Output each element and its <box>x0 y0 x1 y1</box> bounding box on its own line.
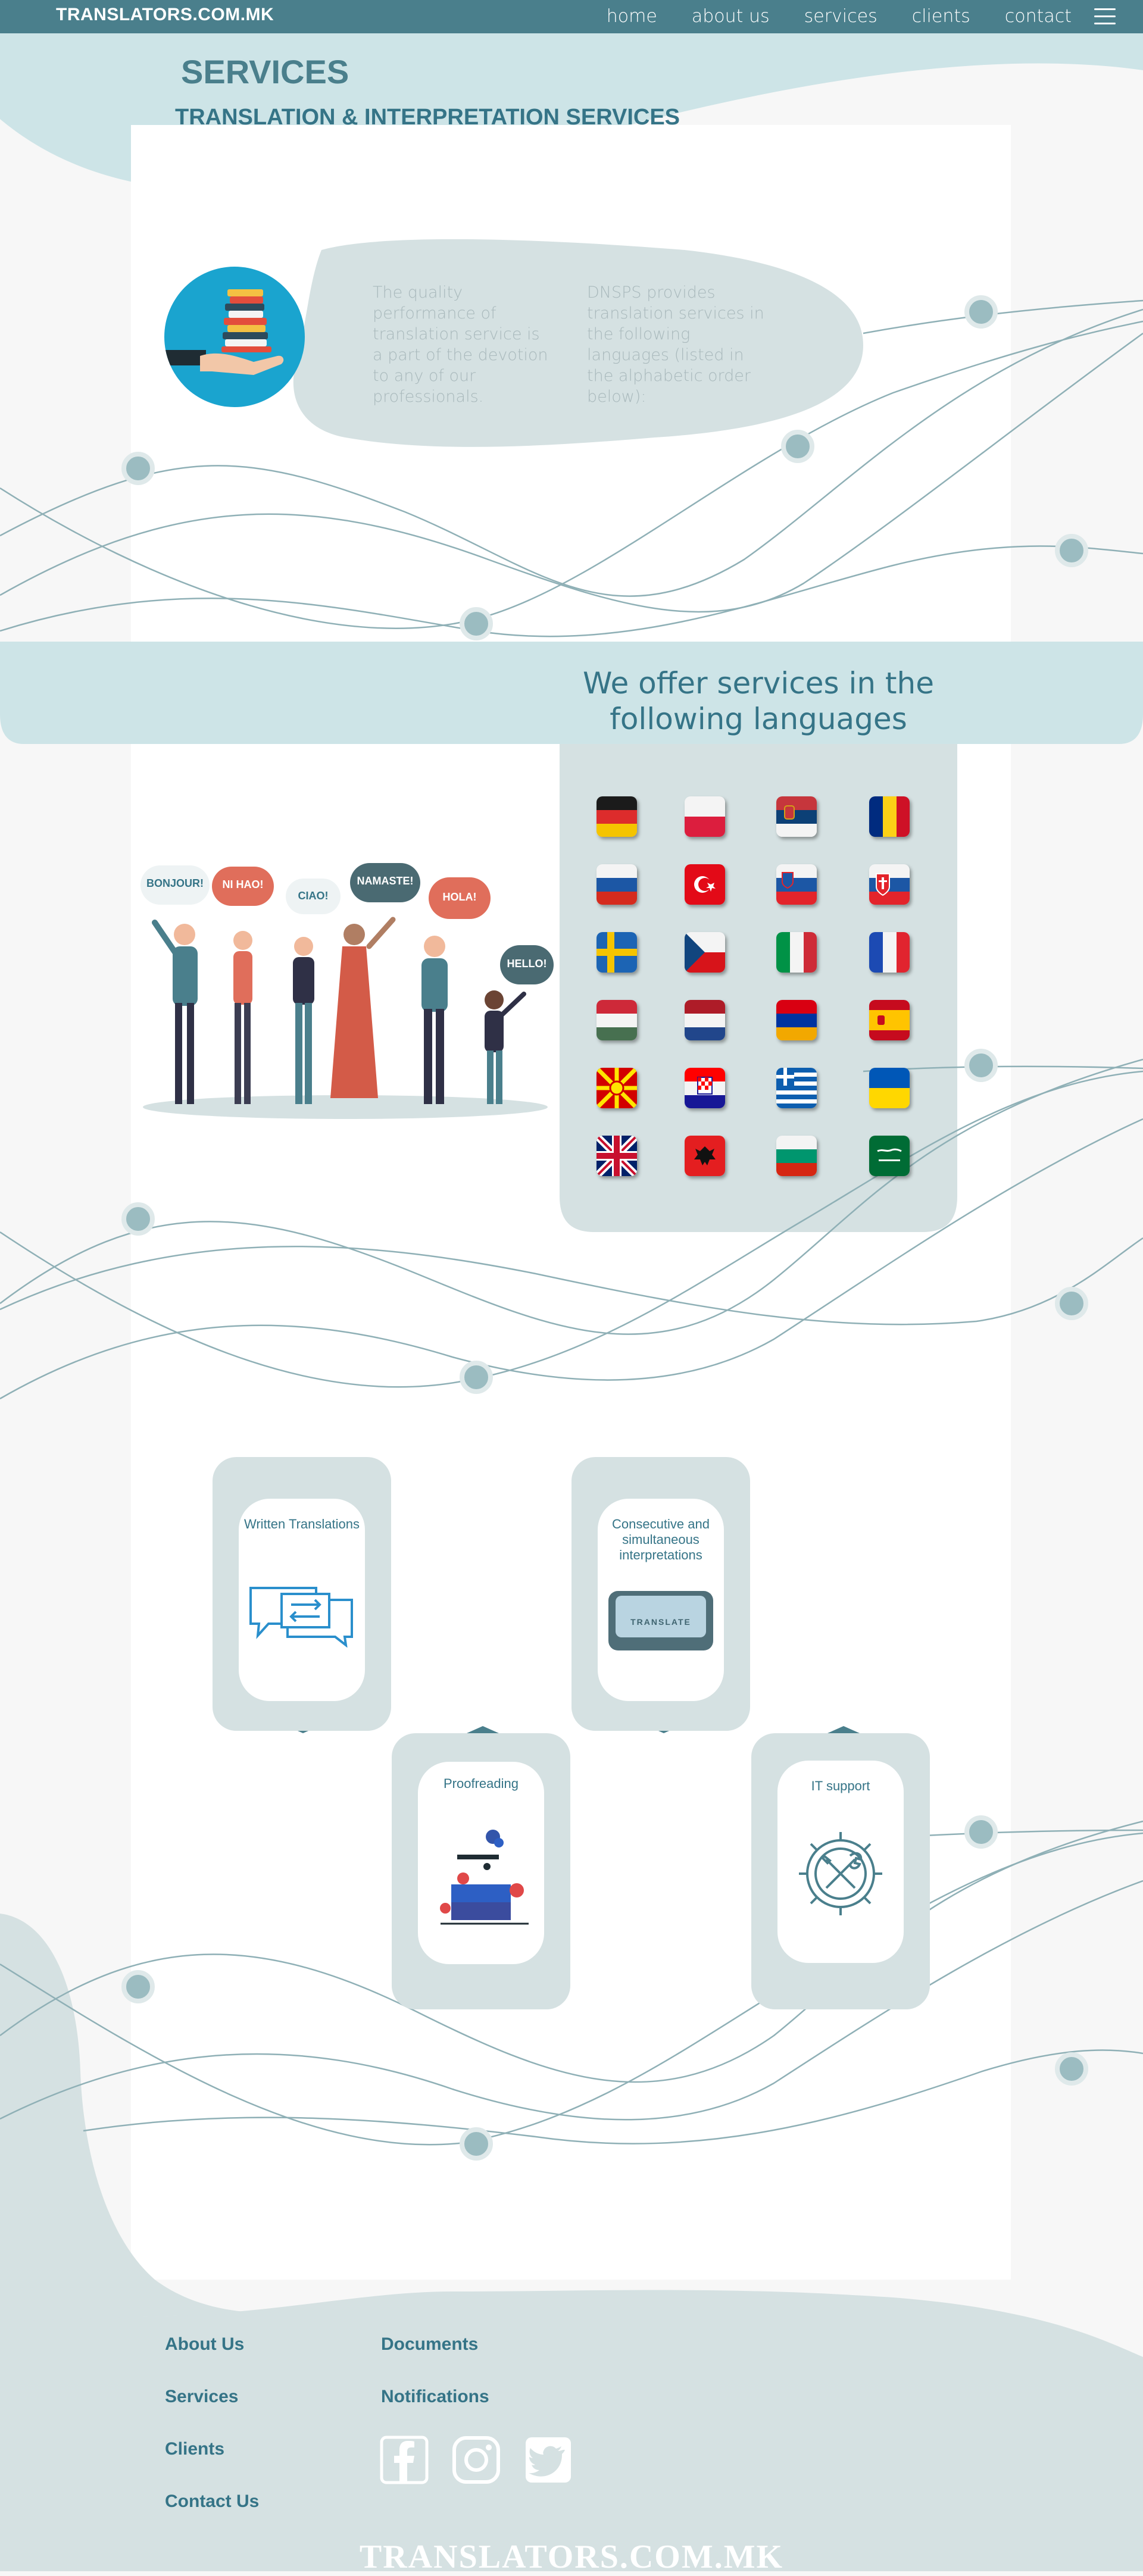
nav-links: home about us services clients contact <box>572 6 1072 27</box>
nav-about-link[interactable]: about us <box>692 6 770 27</box>
service-card-inner: IT support <box>777 1761 904 1963</box>
brand-logo[interactable]: TRANSLATORS.COM.MK <box>56 5 274 25</box>
germany-flag <box>597 796 637 837</box>
footer-documents-link[interactable]: Documents <box>381 2334 478 2355</box>
france-flag <box>869 932 910 973</box>
bulgaria-flag <box>776 1136 817 1176</box>
slovenia-flag <box>776 864 817 905</box>
footer-contact-link[interactable]: Contact Us <box>165 2491 259 2512</box>
page-subtitle: TRANSLATION & INTERPRETATION SERVICES <box>175 105 680 130</box>
sweden-flag <box>597 932 637 973</box>
instagram-icon[interactable] <box>452 2436 501 2484</box>
written-translations-label: Written Translations <box>243 1517 360 1531</box>
bubble-text: HOLA! <box>442 891 477 903</box>
russia-flag <box>597 864 637 905</box>
footer-brand: TRANSLATORS.COM.MK <box>359 2539 784 2575</box>
it-support-label: IT support <box>811 1778 870 1793</box>
slovakia-flag <box>869 864 910 905</box>
top-navbar: TRANSLATORS.COM.MK home about us service… <box>0 0 1143 33</box>
italy-flag <box>776 932 817 973</box>
nav-clients-link[interactable]: clients <box>912 6 970 27</box>
romania-flag <box>869 796 910 837</box>
intro-text-right: DNSPS provides translation services in t… <box>587 283 764 406</box>
greece-flag <box>776 1068 817 1108</box>
turkey-flag <box>685 864 725 905</box>
bubble-text: BONJOUR! <box>146 877 204 889</box>
chat-bubbles-icon <box>249 1587 353 1647</box>
footer-clients-link[interactable]: Clients <box>165 2439 224 2459</box>
nav-services-link[interactable]: services <box>804 6 877 27</box>
saudi-arabia-flag <box>869 1136 910 1176</box>
croatia-flag <box>685 1068 725 1108</box>
nav-contact-link[interactable]: contact <box>1005 6 1072 27</box>
service-card-proofreading[interactable]: Proofreading <box>392 1733 570 2009</box>
page-title: SERVICES <box>181 53 349 90</box>
service-card-written[interactable]: Written Translations <box>213 1457 391 1731</box>
service-card-inner: Consecutive and simultaneous interpretat… <box>598 1499 724 1701</box>
albania-flag <box>685 1136 725 1176</box>
bubble-text: NI HAO! <box>222 879 264 890</box>
service-card-inner: Written Translations <box>239 1499 365 1701</box>
intro-text-left: The quality performance of translation s… <box>373 283 548 406</box>
card-connectors <box>287 1726 860 1733</box>
gear-tools-icon <box>799 1832 882 1915</box>
speech-bubble: NI HAO! <box>212 867 274 906</box>
nav-home-link[interactable]: home <box>607 6 657 27</box>
speech-bubble: HELLO! <box>500 945 554 984</box>
footer-notifications-link[interactable]: Notifications <box>381 2387 489 2407</box>
speech-bubble: CIAO! <box>286 879 341 914</box>
service-card-inner: Proofreading <box>418 1762 544 1964</box>
speech-bubble: BONJOUR! <box>140 865 210 905</box>
speech-bubble: NAMASTE! <box>350 863 420 902</box>
proofreading-people-icon <box>440 1830 529 1925</box>
hungary-flag <box>597 1000 637 1040</box>
proofreading-label: Proofreading <box>444 1776 519 1791</box>
translate-key-text: TRANSLATE <box>630 1617 691 1627</box>
speech-bubble: HOLA! <box>429 877 491 919</box>
serbia-flag <box>776 796 817 837</box>
facebook-icon[interactable] <box>380 2436 429 2484</box>
footer-services-link[interactable]: Services <box>165 2387 238 2407</box>
north-macedonia-flag <box>597 1068 637 1108</box>
czech-flag <box>685 932 725 973</box>
spain-flag <box>869 1000 910 1040</box>
bubble-text: NAMASTE! <box>357 875 414 887</box>
service-card-interpretation[interactable]: Consecutive and simultaneous interpretat… <box>572 1457 750 1731</box>
poland-flag <box>685 796 725 837</box>
hamburger-menu-icon[interactable] <box>1094 8 1116 25</box>
translate-key-icon: TRANSLATE <box>608 1591 713 1650</box>
interpretation-label: Consecutive and simultaneous interpretat… <box>612 1517 710 1562</box>
footer-about-link[interactable]: About Us <box>165 2334 244 2355</box>
uk-flag <box>597 1136 637 1176</box>
books-in-hand-icon <box>164 267 305 407</box>
armenia-flag <box>776 1000 817 1040</box>
bubble-text: HELLO! <box>507 958 547 970</box>
twitter-icon[interactable] <box>524 2436 573 2484</box>
ukraine-flag <box>869 1068 910 1108</box>
background-decoration <box>0 33 1143 2571</box>
bubble-text: CIAO! <box>298 890 329 902</box>
languages-title: We offer services in the following langu… <box>583 666 934 736</box>
netherlands-flag <box>685 1000 725 1040</box>
service-card-it-support[interactable]: IT support <box>751 1733 930 2009</box>
